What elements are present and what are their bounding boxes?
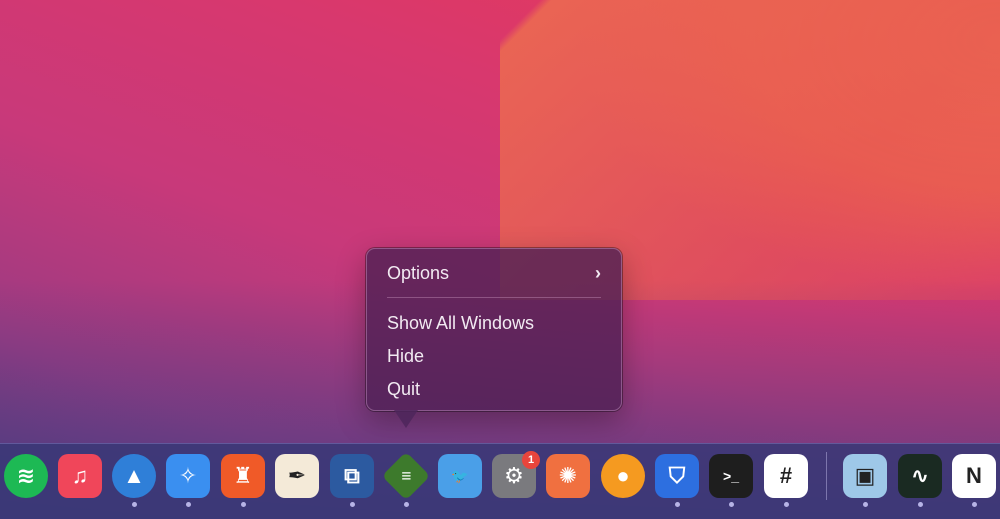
dock-app-slack[interactable]: # bbox=[764, 454, 808, 498]
dock-app-terminal[interactable]: >_ bbox=[709, 454, 753, 498]
safari-icon: ✧ bbox=[178, 463, 198, 488]
dock-app-preview[interactable]: ▣ bbox=[843, 454, 887, 498]
dock-app-brave[interactable]: ♜ bbox=[221, 454, 265, 498]
dock-app-spark[interactable]: ▲ bbox=[112, 454, 156, 498]
menu-item-label: Hide bbox=[387, 345, 425, 366]
running-indicator bbox=[403, 502, 409, 507]
dock-app-screen-resize[interactable]: ⧉ bbox=[330, 454, 374, 498]
preview-icon: ▣ bbox=[854, 463, 876, 488]
orange-icon: ● bbox=[616, 463, 630, 488]
running-indicator bbox=[783, 502, 789, 507]
dock-separator bbox=[826, 452, 827, 500]
slack-icon: # bbox=[779, 463, 793, 488]
menu-item-label: Options bbox=[387, 262, 450, 283]
dock-app-bitwarden[interactable]: ⛉ bbox=[655, 454, 699, 498]
dock-app-notion[interactable]: N bbox=[952, 454, 996, 498]
dock-app-music[interactable]: ♫ bbox=[58, 454, 102, 498]
dock-app-squash[interactable]: ● bbox=[601, 454, 645, 498]
feedly-icon: ≡ bbox=[400, 465, 412, 486]
running-indicator bbox=[240, 502, 246, 507]
brave-lion-icon: ♜ bbox=[233, 463, 253, 488]
menu-item-quit[interactable]: Quit bbox=[367, 374, 621, 404]
notion-icon: N bbox=[966, 463, 982, 488]
running-indicator bbox=[349, 502, 355, 507]
running-indicator bbox=[862, 502, 868, 507]
spotify-icon: ≋ bbox=[16, 463, 36, 488]
menu-item-hide[interactable]: Hide bbox=[367, 341, 621, 371]
shield-icon: ⛉ bbox=[668, 463, 686, 488]
running-indicator bbox=[674, 502, 680, 507]
mandala-picture-icon: ✺ bbox=[558, 463, 578, 488]
running-indicator bbox=[185, 502, 191, 507]
dock-app-mandala[interactable]: ✺ bbox=[546, 454, 590, 498]
menu-item-options[interactable]: Options › bbox=[367, 258, 621, 288]
running-indicator bbox=[971, 502, 977, 507]
gear-icon: ⚙ bbox=[504, 463, 524, 488]
dock-app-spotify[interactable]: ≋ bbox=[4, 454, 48, 498]
chevron-right-icon: › bbox=[595, 262, 601, 283]
quill-pen-icon: ✒ bbox=[287, 463, 307, 488]
dock-context-menu: Options › Show All Windows Hide Quit bbox=[366, 248, 622, 411]
resize-icon: ⧉ bbox=[344, 463, 360, 488]
running-indicator bbox=[917, 502, 923, 507]
activity-monitor-icon: ∿ bbox=[910, 463, 930, 488]
menu-item-label: Quit bbox=[387, 378, 421, 399]
dock-app-twitter[interactable]: 🐦 bbox=[438, 454, 482, 498]
dock-app-pages-like-writer[interactable]: ✒ bbox=[275, 454, 319, 498]
menu-separator bbox=[387, 297, 601, 298]
running-indicator bbox=[728, 502, 734, 507]
menu-item-show-all-windows[interactable]: Show All Windows bbox=[367, 308, 621, 338]
menu-pointer bbox=[394, 410, 418, 428]
dock-app-safari[interactable]: ✧ bbox=[166, 454, 210, 498]
dock-app-activity-monitor[interactable]: ∿ bbox=[898, 454, 942, 498]
terminal-icon: >_ bbox=[723, 468, 739, 484]
twitter-bird-icon: 🐦 bbox=[451, 467, 469, 484]
music-icon: ♫ bbox=[71, 463, 89, 488]
running-indicator bbox=[131, 502, 137, 507]
menu-item-label: Show All Windows bbox=[387, 312, 535, 333]
spark-mail-icon: ▲ bbox=[123, 463, 145, 488]
notification-badge: 1 bbox=[522, 451, 540, 469]
